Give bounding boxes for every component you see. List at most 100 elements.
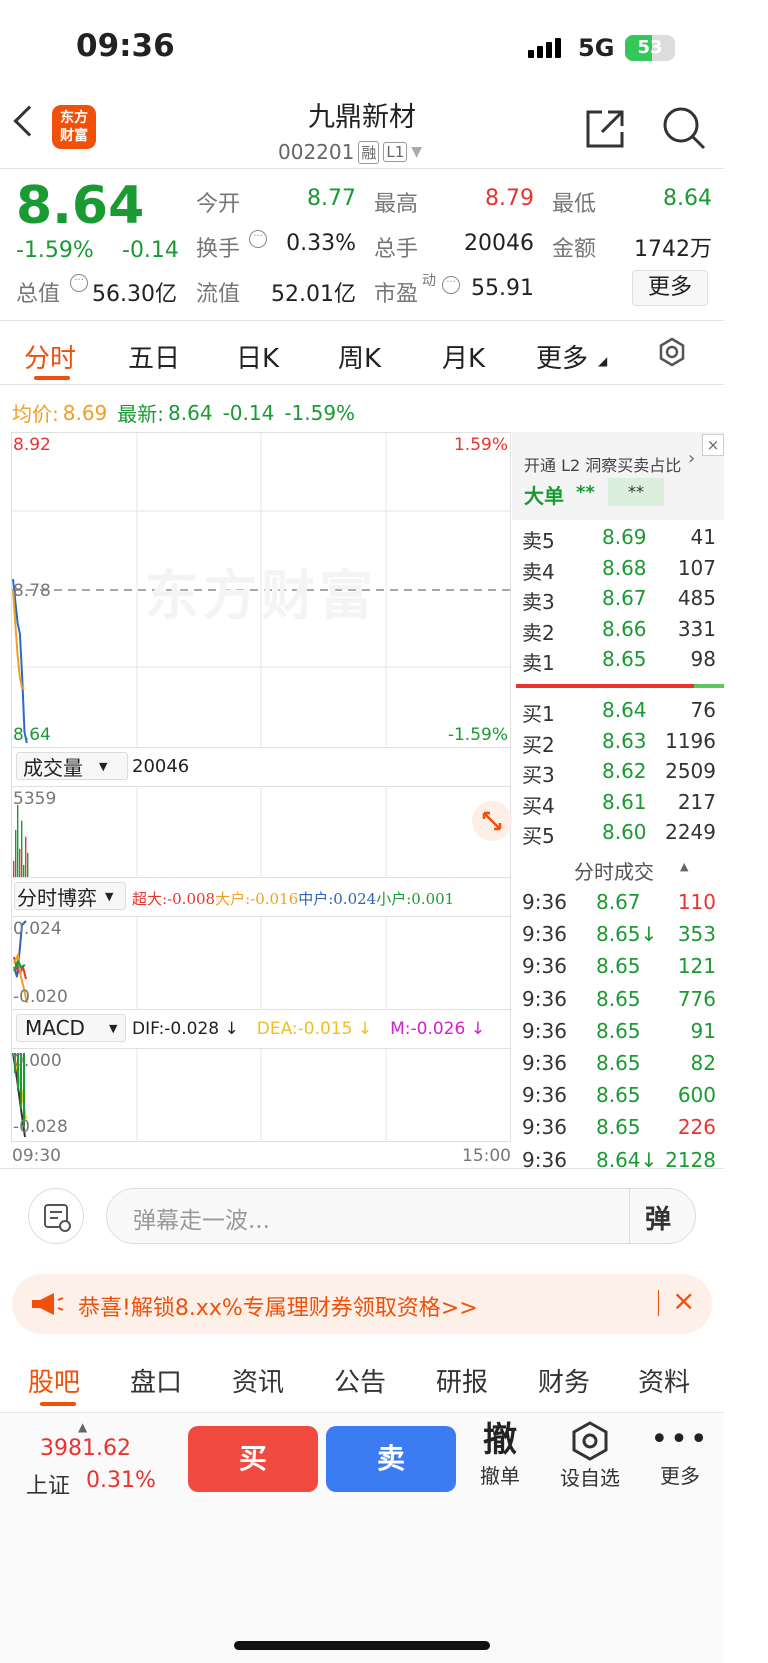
more-button[interactable]: 更多 bbox=[632, 270, 708, 306]
ask-ratio-bar bbox=[516, 684, 694, 688]
index-value[interactable]: 3981.62 bbox=[40, 1436, 131, 1461]
danmu-icon bbox=[44, 1204, 71, 1232]
tab-week-k[interactable]: 周K bbox=[338, 338, 381, 375]
ask-price: 8.65 bbox=[602, 647, 647, 671]
tick-time: 9:36 bbox=[522, 1018, 567, 1043]
legend-m-value: -0.026 ↓ bbox=[410, 1019, 485, 1039]
big-order-masked-2: ** bbox=[608, 478, 664, 506]
chevron-down-icon[interactable]: ▼ bbox=[411, 144, 422, 160]
volume-y-tick: 5359 bbox=[13, 789, 57, 809]
tab-intraday[interactable]: 分时 bbox=[24, 338, 76, 375]
settings-icon[interactable] bbox=[656, 336, 688, 368]
chevron-down-icon: ▼ bbox=[99, 759, 108, 773]
y-tick-prev-close: 8.78 bbox=[13, 581, 51, 601]
subtab-3[interactable]: 公告 bbox=[334, 1362, 386, 1399]
fundflow-indicator-label: 分时博弈 bbox=[17, 885, 97, 910]
macd-header: MACD ▼ DIF:-0.028 ↓ DEA:-0.015 ↓ M:-0.02… bbox=[11, 1010, 511, 1048]
volume-indicator-select[interactable]: 成交量 ▼ bbox=[16, 752, 128, 780]
tab-more[interactable]: 更多 bbox=[536, 338, 588, 375]
ask-price: 8.66 bbox=[602, 616, 647, 641]
search-icon[interactable] bbox=[660, 104, 708, 152]
tick-row: 9:36 8.65 121 bbox=[512, 952, 724, 982]
bid-row[interactable]: 买1 8.64 76 bbox=[512, 695, 724, 726]
chevron-right-icon: › bbox=[688, 448, 696, 469]
network-label: 5G bbox=[578, 34, 615, 62]
tick-time: 9:36 bbox=[522, 922, 567, 947]
sell-button[interactable]: 卖 bbox=[326, 1426, 456, 1492]
bid-volume: 76 bbox=[690, 698, 716, 722]
hexagon-icon bbox=[572, 1421, 608, 1461]
promo-banner[interactable]: 恭喜!解锁8.xx%专属理财券领取资格>> × bbox=[12, 1274, 712, 1334]
legend-super-value: :-0.008 bbox=[162, 889, 216, 908]
price-chart[interactable]: 东方财富 8.92 8.78 8.64 1.59% -1.59% bbox=[11, 432, 511, 748]
index-percent: 0.31% bbox=[86, 1468, 156, 1493]
bid-row[interactable]: 买3 8.62 2509 bbox=[512, 756, 724, 787]
volume-chart[interactable]: 5359 bbox=[11, 786, 512, 878]
add-watchlist-button[interactable]: 设自选 bbox=[552, 1420, 628, 1491]
macd-indicator-select[interactable]: MACD ▼ bbox=[16, 1014, 126, 1042]
subtab-5[interactable]: 财务 bbox=[538, 1362, 590, 1399]
subtab-4[interactable]: 研报 bbox=[436, 1362, 488, 1399]
float-value: 52.01亿 bbox=[271, 282, 356, 307]
close-icon[interactable]: × bbox=[672, 1284, 695, 1317]
info-icon[interactable]: ··· bbox=[442, 276, 460, 294]
more-menu-label: 更多 bbox=[660, 1464, 700, 1488]
bid-level: 买5 bbox=[522, 824, 555, 848]
fundflow-chart[interactable]: 0.024 -0.020 bbox=[11, 916, 511, 1010]
ask-volume: 41 bbox=[690, 525, 716, 549]
tab-day-k[interactable]: 日K bbox=[236, 338, 279, 375]
tick-price: 8.67 bbox=[596, 890, 641, 914]
ask-row[interactable]: 卖4 8.68 107 bbox=[512, 553, 724, 584]
ask-row[interactable]: 卖3 8.67 485 bbox=[512, 583, 724, 614]
tab-five-day[interactable]: 五日 bbox=[128, 338, 180, 375]
cancel-order-button[interactable]: 撤 撤单 bbox=[470, 1420, 530, 1489]
tick-price: 8.65 bbox=[596, 986, 641, 1011]
index-name: 上证 bbox=[26, 1474, 71, 1499]
bid-row[interactable]: 买2 8.63 1196 bbox=[512, 726, 724, 757]
close-icon[interactable]: × bbox=[702, 434, 724, 456]
subtab-1[interactable]: 盘口 bbox=[130, 1362, 182, 1399]
last-percent: -1.59% bbox=[284, 400, 356, 425]
bid-row[interactable]: 买5 8.60 2249 bbox=[512, 817, 724, 848]
open-label: 今开 bbox=[196, 192, 241, 217]
l2-promo-title: 开通 L2 洞察买卖占比 bbox=[524, 456, 682, 475]
subtab-0[interactable]: 股吧 bbox=[28, 1362, 80, 1399]
tick-row: 9:36 8.65 600 bbox=[512, 1081, 724, 1111]
danmu-settings-button[interactable] bbox=[28, 1188, 84, 1244]
tick-volume: 353 bbox=[677, 922, 716, 947]
ask-row[interactable]: 卖2 8.66 331 bbox=[512, 614, 724, 645]
tick-price: 8.65 bbox=[596, 1018, 641, 1043]
more-menu-button[interactable]: ••• 更多 bbox=[650, 1420, 710, 1489]
buy-button[interactable]: 买 bbox=[188, 1426, 318, 1492]
ask-row[interactable]: 卖1 8.65 98 bbox=[512, 644, 724, 675]
subtab-2[interactable]: 资讯 bbox=[232, 1362, 284, 1399]
amount-label: 金额 bbox=[552, 237, 597, 262]
tick-volume: 121 bbox=[677, 954, 716, 979]
ask-row[interactable]: 卖5 8.69 41 bbox=[512, 522, 724, 553]
change-amount: -0.14 bbox=[122, 238, 179, 263]
fundflow-indicator-select[interactable]: 分时博弈 ▼ bbox=[14, 882, 126, 910]
turnover-value: 0.33% bbox=[286, 231, 356, 256]
danmu-input[interactable]: 弹幕走一波... 弹 bbox=[106, 1188, 696, 1244]
caret-up-icon[interactable]: ▲ bbox=[78, 1420, 87, 1434]
macd-indicator-label: MACD bbox=[25, 1016, 85, 1040]
tick-price: 8.65 bbox=[596, 1115, 641, 1140]
y-tick-low: 8.64 bbox=[13, 725, 51, 745]
bid-row[interactable]: 买4 8.61 217 bbox=[512, 787, 724, 818]
share-icon[interactable] bbox=[582, 106, 628, 152]
danmu-toggle-button[interactable]: 弹 bbox=[645, 1199, 671, 1236]
info-icon[interactable]: ··· bbox=[70, 274, 88, 292]
last-change: -0.14 bbox=[222, 400, 275, 425]
tick-volume: 226 bbox=[677, 1115, 716, 1140]
tick-row: 9:36 8.65 82 bbox=[512, 1049, 724, 1079]
tab-month-k[interactable]: 月K bbox=[442, 338, 485, 375]
volume-bar bbox=[27, 852, 29, 877]
big-order-masked-1: ** bbox=[576, 482, 595, 503]
open-value: 8.77 bbox=[307, 186, 356, 211]
macd-chart[interactable]: 0.000 -0.028 bbox=[11, 1048, 511, 1142]
caret-up-icon[interactable]: ▲ bbox=[680, 860, 688, 873]
expand-icon[interactable] bbox=[472, 801, 512, 841]
tick-time: 9:36 bbox=[522, 1115, 567, 1140]
info-icon[interactable]: ··· bbox=[249, 230, 267, 248]
subtab-6[interactable]: 资料 bbox=[638, 1362, 690, 1399]
